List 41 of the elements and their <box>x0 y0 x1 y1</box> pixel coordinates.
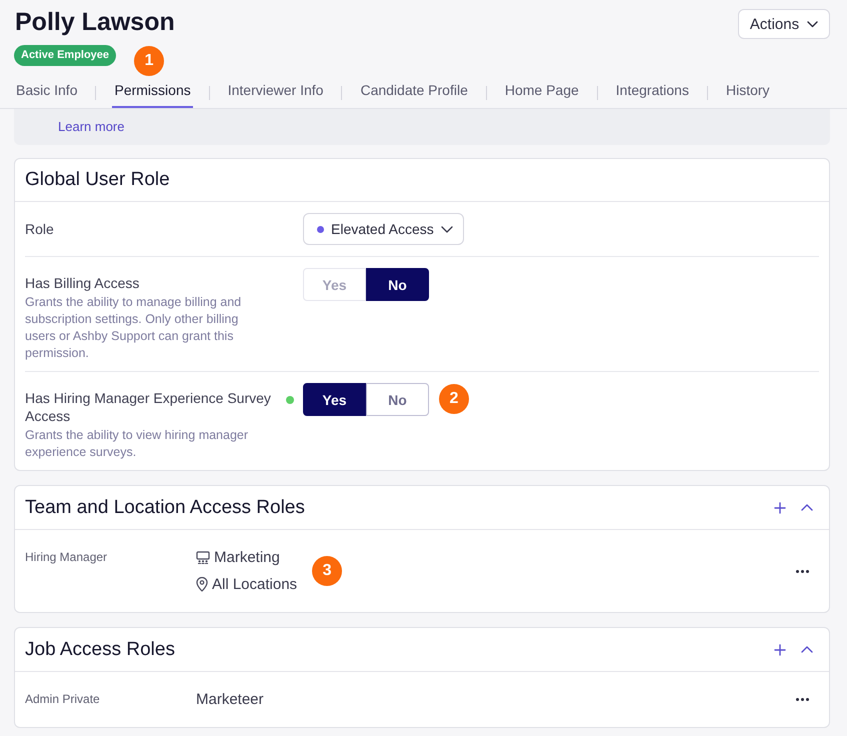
field-label: Role <box>25 220 55 238</box>
toggle-option[interactable]: Yes <box>303 383 366 416</box>
ellipsis-icon <box>796 698 809 701</box>
card-title: Job Access Roles <box>25 638 175 660</box>
field-label: Has Billing Access <box>25 274 140 292</box>
status-badge: Active Employee <box>14 45 116 66</box>
tab[interactable]: Integrations <box>614 78 691 108</box>
more-button[interactable] <box>796 698 809 701</box>
people-screen-icon <box>196 551 210 564</box>
tab[interactable]: Basic Info <box>14 78 80 108</box>
toggle-option[interactable]: No <box>366 383 429 416</box>
tab[interactable]: Candidate Profile <box>358 78 470 108</box>
card-title: Team and Location Access Roles <box>25 496 305 518</box>
numbered-marker: 1 <box>134 46 164 76</box>
plus-icon <box>774 502 786 514</box>
more-button[interactable] <box>796 570 809 572</box>
field-description: Grants the ability to view hiring manager experience surveys. <box>25 427 250 461</box>
employee-name: Polly Lawson <box>14 7 175 38</box>
ellipsis-icon <box>796 570 809 572</box>
chevron-down-icon <box>440 226 453 232</box>
tab[interactable]: Interviewer Info <box>226 78 326 108</box>
job-name: Marketeer <box>196 691 264 708</box>
field-description: Grants the ability to manage billing and subscription settings. Only other billing users or Ashby Support can grant this permission. <box>25 294 242 362</box>
numbered-marker: 2 <box>439 384 469 414</box>
learn-more-link[interactable]: Learn more <box>58 119 124 134</box>
role-name: Admin Private <box>25 691 101 708</box>
tab[interactable]: History <box>724 78 772 108</box>
actions-button[interactable]: Actions <box>738 9 830 39</box>
map-pin-icon <box>196 577 208 592</box>
plus-icon <box>774 644 786 656</box>
add-button[interactable] <box>773 500 787 514</box>
team-name: Marketing <box>214 549 280 566</box>
tab[interactable]: Home Page <box>502 78 581 108</box>
location-name: All Locations <box>212 576 298 593</box>
card-title: Global User Role <box>25 169 170 191</box>
numbered-marker: 3 <box>312 556 342 586</box>
field-label: Has Hiring Manager Experience Survey Access <box>25 389 272 425</box>
add-button[interactable] <box>773 642 787 656</box>
caret-icon <box>807 20 818 28</box>
role-select[interactable]: Elevated Access <box>303 213 464 245</box>
role-name: Hiring Manager <box>25 549 108 566</box>
